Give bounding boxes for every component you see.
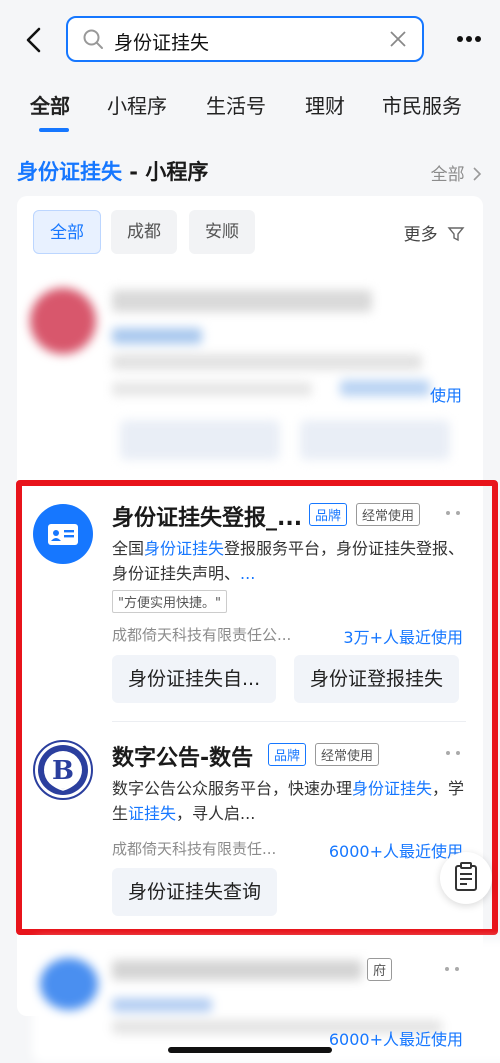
- bottom-item-badge: 府: [367, 958, 393, 981]
- bottom-item-usage: 6000+人最近使用: [328, 1030, 463, 1049]
- home-indicator[interactable]: [168, 1047, 332, 1053]
- filter-chip-all[interactable]: 全部: [33, 210, 101, 254]
- section-title-keyword: 身份证挂失: [17, 160, 122, 184]
- tab-citizen-services[interactable]: 市民服务: [382, 90, 462, 119]
- filter-more-label: 更多: [403, 225, 438, 245]
- blurred-result-item[interactable]: [0, 270, 466, 470]
- top-bar: 身份证挂失: [0, 0, 500, 80]
- section-more-link[interactable]: 全部: [431, 160, 482, 185]
- tab-mini-programs[interactable]: 小程序: [107, 90, 167, 119]
- back-arrow-icon[interactable]: [20, 25, 50, 55]
- search-query-text: 身份证挂失: [114, 32, 210, 54]
- clipboard-icon: [455, 862, 477, 891]
- section-title-rest: - 小程序: [122, 160, 209, 184]
- chevron-right-icon: [473, 167, 482, 181]
- filter-icon: [447, 227, 465, 242]
- search-input[interactable]: 身份证挂失: [66, 16, 424, 62]
- section-title: 身份证挂失 - 小程序: [17, 156, 208, 186]
- clear-icon[interactable]: [388, 29, 408, 49]
- filter-chip-anshun[interactable]: 安顺: [189, 210, 255, 254]
- blurred-item-usage-suffix: 使用: [430, 386, 463, 405]
- tab-all[interactable]: 全部: [30, 90, 70, 119]
- tab-life-accounts[interactable]: 生活号: [206, 90, 266, 119]
- filter-more-button[interactable]: 更多: [404, 220, 465, 245]
- search-icon: [83, 29, 103, 49]
- more-options-icon[interactable]: [456, 35, 482, 43]
- bottom-item-more-icon[interactable]: [444, 966, 460, 972]
- category-tabs: 全部 小程序 生活号 理财 市民服务: [0, 80, 500, 136]
- floating-notes-button[interactable]: [440, 852, 492, 904]
- filter-chip-chengdu[interactable]: 成都: [111, 210, 177, 254]
- highlight-annotation-frame: [16, 480, 498, 935]
- active-tab-indicator: [39, 128, 69, 132]
- section-more-label: 全部: [430, 165, 465, 185]
- tab-finance[interactable]: 理财: [305, 90, 345, 119]
